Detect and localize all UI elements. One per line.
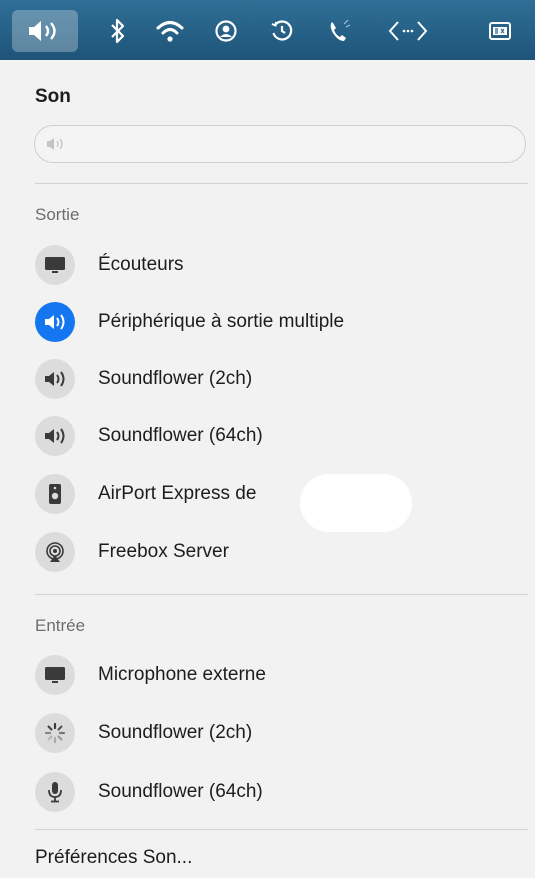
output-item-label: Périphérique à sortie multiple (98, 311, 345, 332)
menu-bar (0, 0, 535, 60)
panel-title: Son (35, 86, 71, 107)
airport-express-icon (35, 474, 75, 514)
output-item-label: Soundflower (2ch) (98, 368, 253, 389)
bluetooth-icon (111, 18, 125, 44)
menubar-sound-button[interactable] (12, 10, 78, 52)
speaker-icon (29, 21, 56, 41)
menubar-user-button[interactable] (206, 10, 246, 52)
display-icon (35, 655, 75, 695)
input-item-soundflower-2ch[interactable]: Soundflower (2ch) (35, 712, 252, 754)
input-item-label: Microphone externe (98, 664, 266, 685)
divider (35, 594, 528, 595)
speaker-icon (35, 359, 75, 399)
user-icon (215, 20, 237, 42)
redacted-device-name (300, 474, 412, 532)
keyboard-input-icon (489, 22, 511, 40)
volume-slider[interactable] (34, 125, 526, 163)
airplay-icon (35, 532, 75, 572)
output-item-label: AirPort Express de (98, 483, 257, 504)
input-item-label: Soundflower (2ch) (98, 722, 253, 743)
menubar-bluetooth-button[interactable] (100, 10, 136, 52)
input-section-label: Entrée (35, 616, 86, 635)
sound-preferences-link[interactable]: Préférences Son... (35, 847, 192, 869)
time-machine-icon (271, 20, 293, 41)
display-icon (35, 245, 75, 285)
menubar-time-machine-button[interactable] (262, 10, 302, 52)
divider (35, 829, 528, 830)
output-item-airport-express[interactable]: AirPort Express de (35, 473, 256, 515)
input-item-microphone-externe[interactable]: Microphone externe (35, 654, 266, 696)
divider (35, 183, 528, 184)
menubar-code-button[interactable] (382, 10, 434, 52)
output-item-ecouteurs[interactable]: Écouteurs (35, 244, 184, 286)
output-item-soundflower-64ch[interactable]: Soundflower (64ch) (35, 415, 263, 457)
input-item-soundflower-64ch[interactable]: Soundflower (64ch) (35, 771, 263, 813)
wifi-icon (156, 21, 184, 42)
output-item-label: Soundflower (64ch) (98, 425, 263, 446)
spinner-icon (35, 713, 75, 753)
speaker-icon (47, 138, 63, 150)
output-section-label: Sortie (35, 205, 80, 224)
menubar-phone-button[interactable] (320, 10, 360, 52)
speaker-icon (35, 302, 75, 342)
output-item-soundflower-2ch[interactable]: Soundflower (2ch) (35, 358, 252, 400)
phone-icon (330, 19, 351, 41)
output-item-label: Freebox Server (98, 541, 229, 562)
menubar-wifi-button[interactable] (150, 10, 190, 52)
microphone-icon (35, 772, 75, 812)
menubar-input-source-button[interactable] (480, 10, 520, 52)
speaker-icon (35, 416, 75, 456)
input-item-label: Soundflower (64ch) (98, 781, 263, 802)
output-item-freebox-server[interactable]: Freebox Server (35, 531, 229, 573)
output-item-multi-output[interactable]: Périphérique à sortie multiple (35, 301, 344, 343)
code-icon (388, 21, 428, 41)
output-item-label: Écouteurs (98, 254, 184, 275)
